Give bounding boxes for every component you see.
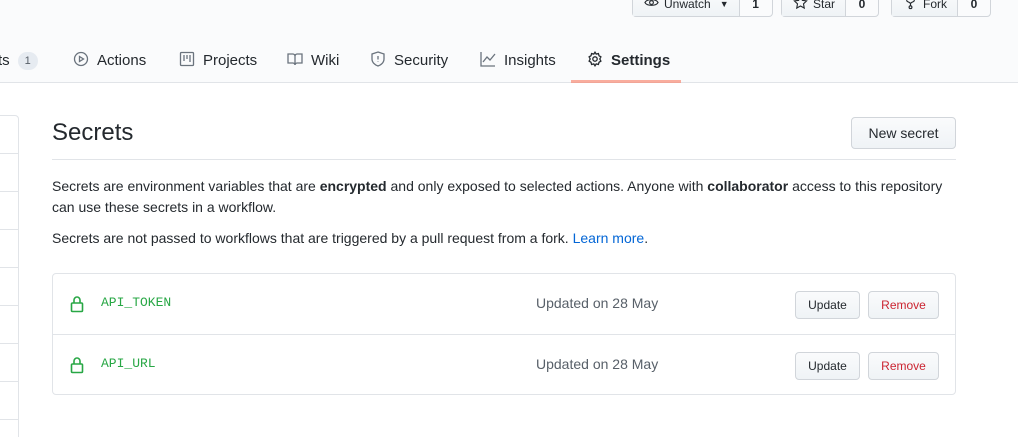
secret-name: API_URL — [101, 356, 156, 371]
play-icon — [73, 51, 89, 71]
update-secret-button[interactable]: Update — [795, 291, 860, 319]
description-text: and only exposed to selected actions. An… — [386, 178, 708, 194]
fork-note-end: . — [644, 230, 649, 246]
secret-updated: Updated on 28 May — [536, 356, 659, 372]
tab-settings[interactable]: Settings — [587, 38, 670, 83]
forks-count[interactable]: 0 — [958, 0, 990, 16]
secrets-subhead: Secrets New secret — [52, 111, 956, 160]
shield-icon — [370, 50, 386, 71]
caret-down-icon: ▼ — [719, 0, 729, 9]
star-button[interactable]: Star — [782, 0, 847, 16]
eye-icon — [644, 0, 659, 13]
gear-icon — [587, 50, 603, 71]
secret-row: API_TOKEN Updated on 28 May Update Remov… — [53, 274, 955, 334]
tab-label: Settings — [611, 52, 671, 69]
fork-button-group: Fork 0 — [891, 0, 991, 17]
secret-updated: Updated on 28 May — [536, 295, 659, 311]
star-icon — [793, 0, 808, 13]
graph-icon — [480, 51, 496, 71]
remove-secret-button[interactable]: Remove — [868, 291, 939, 319]
settings-sidebar-menu — [0, 115, 19, 437]
lock-icon — [70, 295, 84, 313]
menu-divider — [0, 267, 18, 268]
learn-more-link[interactable]: Learn more — [573, 230, 645, 246]
tab-projects[interactable]: Projects — [179, 38, 257, 83]
project-icon — [179, 51, 195, 71]
description-bold-encrypted: encrypted — [319, 178, 387, 194]
tab-wiki[interactable]: Wiki — [287, 38, 339, 83]
fork-note-text: Secrets are not passed to workflows that… — [52, 230, 573, 246]
pagehead-actions: Unwatch ▼ 1 Star 0 Fork 0 — [0, 0, 1018, 18]
tab-label: Wiki — [311, 52, 340, 69]
fork-label: Fork — [923, 0, 947, 11]
unwatch-label: Unwatch — [664, 0, 711, 11]
menu-divider — [0, 153, 18, 154]
menu-divider — [0, 229, 18, 230]
tab-label: Projects — [203, 52, 258, 69]
repo-header: Unwatch ▼ 1 Star 0 Fork 0 ts 1 Actions P… — [0, 0, 1018, 83]
secrets-description: Secrets are environment variables that a… — [52, 176, 962, 218]
selected-tab-underline — [571, 80, 681, 83]
unwatch-button[interactable]: Unwatch ▼ — [633, 0, 740, 16]
secrets-list: API_TOKEN Updated on 28 May Update Remov… — [52, 273, 956, 395]
tab-label: Actions — [97, 52, 147, 69]
description-bold-collaborator: collaborator — [707, 178, 789, 194]
tab-actions[interactable]: Actions — [73, 38, 146, 83]
stars-count[interactable]: 0 — [846, 0, 878, 16]
menu-divider — [0, 381, 18, 382]
watch-button-group: Unwatch ▼ 1 — [632, 0, 773, 17]
fork-button[interactable]: Fork — [892, 0, 958, 16]
tab-security[interactable]: Security — [370, 38, 448, 83]
tab-pull-requests[interactable]: ts 1 — [0, 38, 38, 83]
fork-note: Secrets are not passed to workflows that… — [52, 228, 962, 249]
menu-divider — [0, 419, 18, 420]
description-text: Secrets are environment variables that a… — [52, 178, 320, 194]
tab-insights[interactable]: Insights — [480, 38, 556, 83]
pull-requests-counter: 1 — [17, 51, 38, 70]
secret-row: API_URL Updated on 28 May Update Remove — [53, 334, 955, 394]
lock-icon — [70, 356, 84, 374]
menu-divider — [0, 305, 18, 306]
secret-name: API_TOKEN — [101, 295, 172, 310]
tab-label: Security — [394, 52, 449, 69]
fork-icon — [903, 0, 918, 13]
star-label: Star — [813, 0, 836, 11]
repo-nav-tabs: ts 1 Actions Projects Wiki Security Insi… — [0, 38, 1018, 83]
book-icon — [287, 51, 303, 71]
watchers-count[interactable]: 1 — [740, 0, 772, 16]
update-secret-button[interactable]: Update — [795, 352, 860, 380]
menu-divider — [0, 343, 18, 344]
star-button-group: Star 0 — [781, 0, 880, 17]
page-title: Secrets — [52, 119, 134, 146]
menu-divider — [0, 191, 18, 192]
new-secret-button[interactable]: New secret — [851, 117, 956, 149]
remove-secret-button[interactable]: Remove — [868, 352, 939, 380]
tab-label: Insights — [504, 52, 556, 69]
tab-label: ts — [0, 52, 10, 69]
